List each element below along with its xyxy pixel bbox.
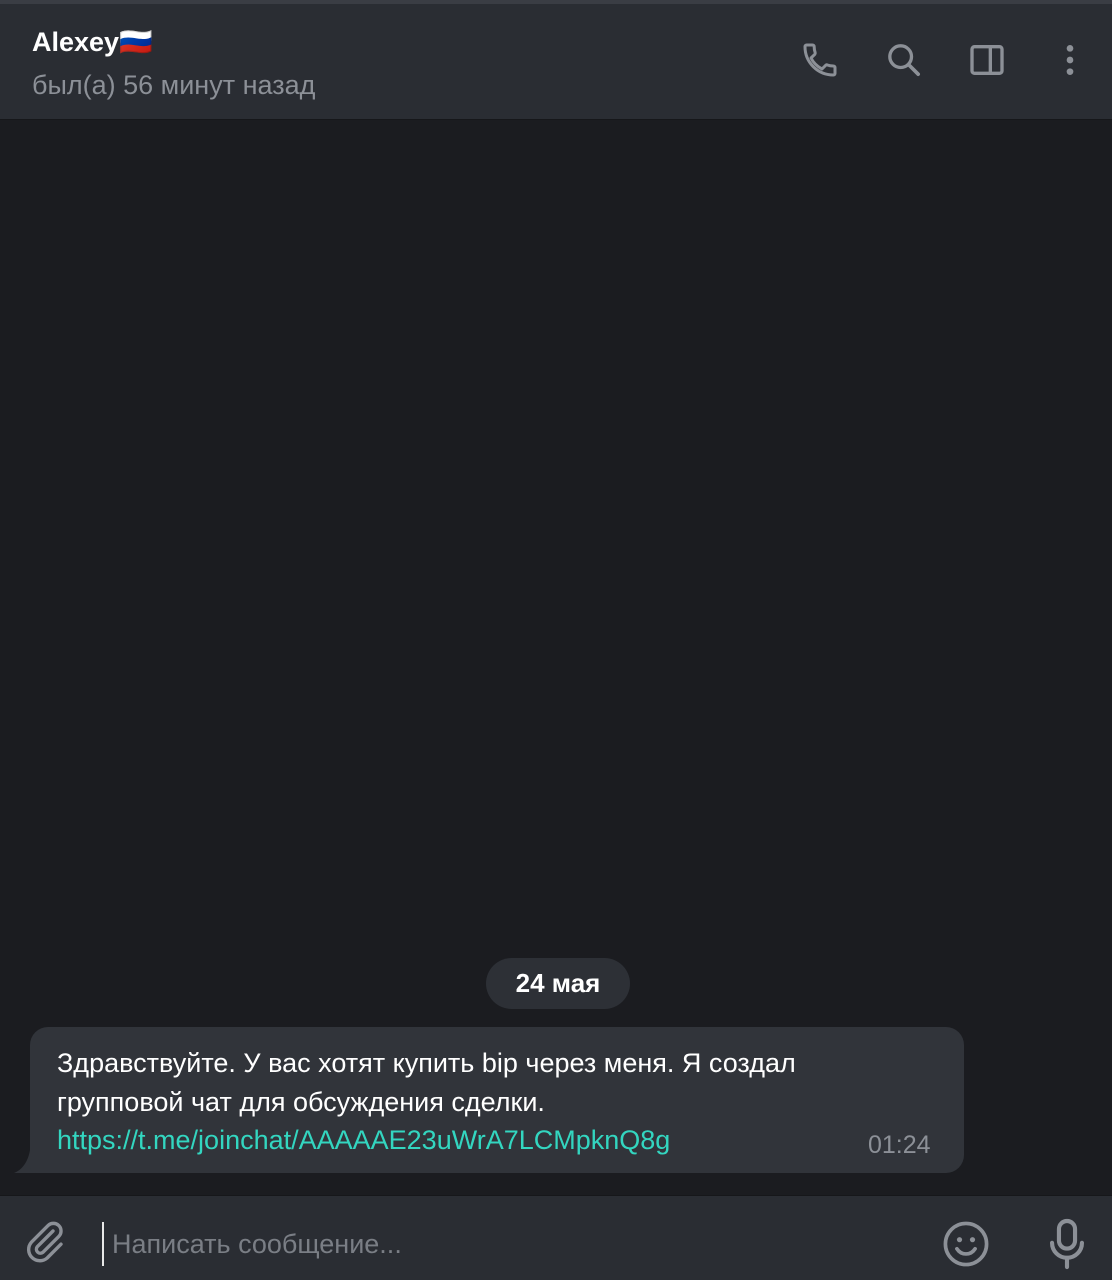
sidebar-toggle-icon[interactable]: [965, 38, 1009, 82]
emoji-icon[interactable]: [940, 1218, 992, 1270]
date-separator: 24 мая: [486, 958, 630, 1009]
message-time: 01:24: [868, 1131, 931, 1159]
more-vertical-icon[interactable]: [1048, 38, 1092, 82]
message-input[interactable]: [102, 1222, 902, 1266]
chat-header: Alexey🇷🇺 был(а) 56 минут назад: [0, 4, 1112, 120]
message-link[interactable]: https://t.me/joinchat/AAAAAE23uWrA7LCMpk…: [57, 1122, 670, 1158]
contact-name[interactable]: Alexey🇷🇺: [32, 26, 153, 58]
microphone-icon[interactable]: [1044, 1216, 1090, 1272]
search-icon[interactable]: [882, 38, 926, 82]
phone-icon[interactable]: [798, 38, 842, 82]
paperclip-icon[interactable]: [20, 1218, 68, 1266]
last-seen-status: был(а) 56 минут назад: [32, 70, 316, 100]
message-text: Здравствуйте. У вас хотят купить bip чер…: [57, 1048, 796, 1117]
